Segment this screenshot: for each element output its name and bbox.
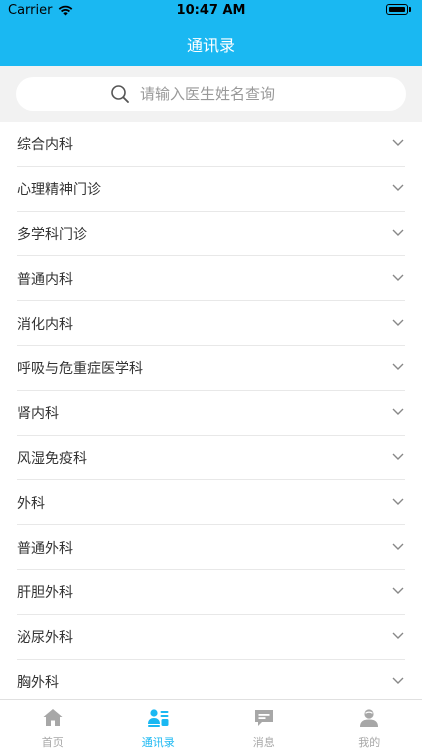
search-icon bbox=[111, 85, 129, 103]
doctor-search-input[interactable] bbox=[138, 84, 312, 104]
chevron-down-icon[interactable] bbox=[392, 405, 404, 417]
department-item[interactable]: 心理精神门诊 bbox=[0, 167, 422, 212]
search-area bbox=[0, 66, 422, 122]
chevron-down-icon[interactable] bbox=[392, 226, 404, 238]
department-item[interactable]: 外科 bbox=[0, 480, 422, 525]
chevron-down-icon[interactable] bbox=[392, 360, 404, 372]
department-label: 综合内科 bbox=[17, 137, 73, 154]
department-item[interactable]: 消化内科 bbox=[0, 301, 422, 346]
department-label: 风湿免疫科 bbox=[17, 450, 87, 467]
department-label: 普通内科 bbox=[17, 271, 73, 288]
department-item[interactable]: 肝胆外科 bbox=[0, 570, 422, 615]
tab-label: 通讯录 bbox=[141, 736, 175, 749]
department-item[interactable]: 风湿免疫科 bbox=[0, 436, 422, 481]
tab-home[interactable]: 首页 bbox=[0, 700, 106, 750]
battery-icon bbox=[386, 4, 408, 15]
contacts-icon bbox=[146, 706, 170, 730]
home-icon bbox=[41, 706, 65, 730]
chevron-down-icon[interactable] bbox=[392, 181, 404, 193]
status-time: 10:47 AM bbox=[176, 3, 246, 18]
department-label: 肝胆外科 bbox=[17, 585, 73, 602]
tab-profile[interactable]: 我的 bbox=[317, 700, 422, 750]
chevron-down-icon[interactable] bbox=[392, 540, 404, 552]
status-bar: Carrier 10:47 AM bbox=[0, 0, 422, 22]
department-list: 综合内科心理精神门诊 多学科门诊普通内科消化内科呼吸与危重症医学科 肾内科风湿免疫科… bbox=[0, 122, 422, 705]
department-label: 肾内科 bbox=[17, 406, 59, 423]
department-item[interactable]: 肾内科 bbox=[0, 391, 422, 436]
tab-label: 首页 bbox=[41, 736, 64, 749]
department-label: 胸外科 bbox=[17, 674, 59, 691]
department-label: 外科 bbox=[17, 495, 45, 512]
chevron-down-icon[interactable] bbox=[392, 629, 404, 641]
department-item[interactable]: 多学科门诊 bbox=[0, 212, 422, 257]
chevron-down-icon[interactable] bbox=[392, 584, 404, 596]
chevron-down-icon[interactable] bbox=[392, 136, 404, 148]
nav-bar: 通讯录 bbox=[0, 22, 422, 66]
department-item[interactable]: 综合内科 bbox=[0, 122, 422, 167]
department-item[interactable]: 普通内科 bbox=[0, 256, 422, 301]
chevron-down-icon[interactable] bbox=[392, 271, 404, 283]
department-label: 心理精神门诊 bbox=[17, 182, 101, 199]
battery-indicator bbox=[386, 4, 414, 17]
app-screen: Carrier 10:47 AM 通讯录 综合内科心理精 bbox=[0, 0, 422, 750]
tab-label: 我的 bbox=[358, 736, 381, 749]
tab-contacts[interactable]: 通讯录 bbox=[106, 700, 212, 750]
page-title: 通讯录 bbox=[186, 36, 235, 55]
message-icon bbox=[252, 706, 276, 730]
chevron-down-icon[interactable] bbox=[392, 450, 404, 462]
chevron-down-icon[interactable] bbox=[392, 495, 404, 507]
chevron-down-icon[interactable] bbox=[392, 316, 404, 328]
department-label: 多学科门诊 bbox=[17, 226, 87, 243]
department-label: 普通外科 bbox=[17, 540, 73, 557]
department-item[interactable]: 呼吸与危重症医学科 bbox=[0, 346, 422, 391]
department-item[interactable]: 泌尿外科 bbox=[0, 615, 422, 660]
tab-bar: 首页 通讯录 消息 我的 bbox=[0, 699, 422, 750]
department-item[interactable]: 普通外科 bbox=[0, 525, 422, 570]
tab-message[interactable]: 消息 bbox=[211, 700, 317, 750]
department-item[interactable]: 胸外科 bbox=[0, 660, 422, 705]
department-label: 呼吸与危重症医学科 bbox=[17, 361, 143, 378]
department-label: 消化内科 bbox=[17, 316, 73, 333]
chevron-down-icon[interactable] bbox=[392, 674, 404, 686]
tab-label: 消息 bbox=[252, 736, 275, 749]
department-label: 泌尿外科 bbox=[17, 630, 73, 647]
profile-icon bbox=[357, 706, 381, 730]
search-box[interactable] bbox=[16, 77, 406, 111]
